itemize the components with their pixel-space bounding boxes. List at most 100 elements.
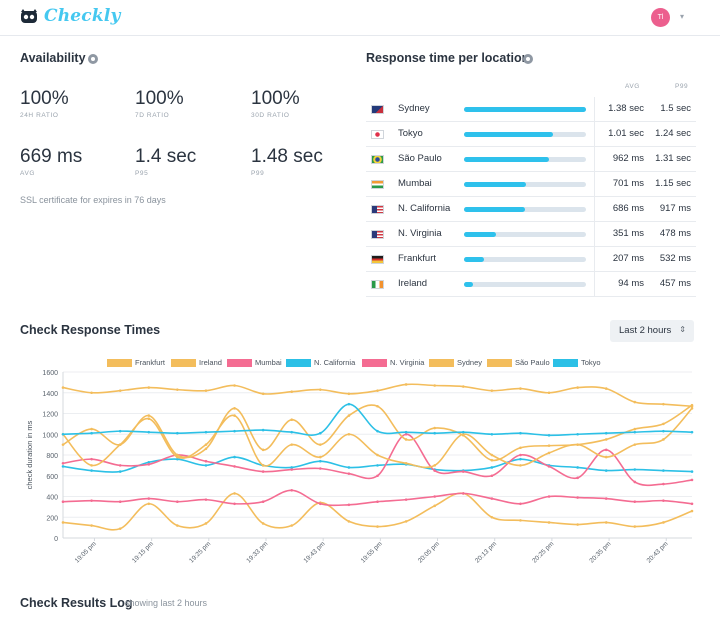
data-point <box>662 482 665 486</box>
data-point <box>118 389 122 392</box>
location-name: São Paulo <box>398 153 442 164</box>
data-point <box>662 499 665 502</box>
data-point <box>204 430 208 434</box>
data-point <box>347 414 351 417</box>
location-bar-fill <box>464 157 550 162</box>
column-divider <box>594 272 595 297</box>
data-point <box>347 466 351 469</box>
data-point <box>490 515 494 519</box>
data-point <box>61 443 65 446</box>
location-p99: 457 ms <box>659 278 691 289</box>
data-point <box>662 402 665 406</box>
data-point <box>118 470 122 473</box>
location-p99: 917 ms <box>659 203 691 214</box>
chevron-down-icon[interactable]: ▾ <box>680 12 684 21</box>
data-point <box>490 458 494 462</box>
data-point <box>319 502 322 506</box>
data-point <box>461 492 465 495</box>
data-point <box>290 524 294 527</box>
data-point <box>90 499 93 502</box>
data-point <box>404 430 408 434</box>
data-point <box>204 447 208 451</box>
data-point <box>118 429 122 433</box>
data-point <box>147 414 151 417</box>
data-point <box>204 464 208 467</box>
up-down-chevron-icon: ⇕ <box>679 325 686 334</box>
data-point <box>490 453 494 457</box>
y-tick-label: 0 <box>54 536 58 543</box>
data-point <box>690 502 694 506</box>
data-point <box>147 497 151 500</box>
stat-7d-value: 100% <box>135 88 184 109</box>
stat-24h-label: 24H RATIO <box>20 112 59 119</box>
ireland-flag-icon <box>371 280 384 289</box>
data-point <box>204 443 208 446</box>
time-range-select[interactable]: Last 2 hours ⇕ <box>610 320 694 342</box>
y-tick-label: 800 <box>46 453 58 460</box>
data-point <box>633 427 637 431</box>
data-point <box>261 428 265 432</box>
data-point <box>604 469 608 472</box>
data-point <box>118 443 122 446</box>
location-p99: 1.31 sec <box>655 153 691 164</box>
data-point <box>147 502 151 506</box>
data-point <box>461 430 465 434</box>
column-divider <box>594 172 595 197</box>
data-point <box>604 431 608 435</box>
data-point <box>347 472 351 475</box>
data-point <box>319 455 322 459</box>
help-icon[interactable] <box>523 54 533 64</box>
data-point <box>547 433 551 437</box>
x-tick-label: 19:15 pm <box>131 540 155 564</box>
x-tick-label: 20:25 pm <box>531 540 555 564</box>
data-point <box>576 476 579 480</box>
data-point <box>90 391 93 395</box>
data-point <box>376 453 379 457</box>
app-logo-text[interactable]: Checkly <box>44 6 121 26</box>
x-tick-label: 20:05 pm <box>417 540 441 564</box>
raccoon-logo-icon[interactable] <box>20 9 38 25</box>
stat-p99-value: 1.48 sec <box>251 146 323 167</box>
location-row: Ireland 94 ms 457 ms <box>366 272 696 297</box>
y-tick-label: 1200 <box>42 412 58 419</box>
data-point <box>204 522 208 525</box>
y-tick-label: 1600 <box>42 370 58 377</box>
data-point <box>61 386 65 389</box>
data-point <box>633 443 637 446</box>
col-header-p99: P99 <box>675 83 689 90</box>
data-point <box>662 469 665 472</box>
data-point <box>519 453 522 457</box>
data-point <box>633 500 637 503</box>
data-point <box>547 521 551 524</box>
column-divider <box>594 122 595 147</box>
time-range-value: Last 2 hours <box>619 325 672 336</box>
x-tick-label: 20:43 pm <box>646 540 670 564</box>
data-point <box>633 468 637 471</box>
data-point <box>519 502 522 506</box>
stat-p99-label: P99 <box>251 170 265 177</box>
data-point <box>633 525 637 528</box>
data-point <box>147 386 151 389</box>
data-point <box>290 418 294 422</box>
data-point <box>61 432 65 436</box>
data-point <box>662 438 665 441</box>
column-divider <box>594 197 595 222</box>
data-point <box>147 463 151 466</box>
location-p99: 1.5 sec <box>660 103 691 114</box>
data-point <box>176 455 179 459</box>
user-avatar[interactable]: Tl <box>651 8 670 27</box>
data-point <box>604 455 608 459</box>
data-point <box>90 524 93 527</box>
data-point <box>633 430 637 434</box>
data-point <box>490 497 494 500</box>
data-point <box>633 480 637 484</box>
help-icon[interactable] <box>88 54 98 64</box>
location-bar-fill <box>464 257 484 262</box>
data-point <box>261 522 265 525</box>
data-point <box>490 389 494 392</box>
x-tick-label: 19:33 pm <box>245 540 269 564</box>
x-tick-label: 20:35 pm <box>588 540 612 564</box>
data-point <box>376 525 379 528</box>
data-point <box>433 464 436 467</box>
data-point <box>490 474 494 478</box>
